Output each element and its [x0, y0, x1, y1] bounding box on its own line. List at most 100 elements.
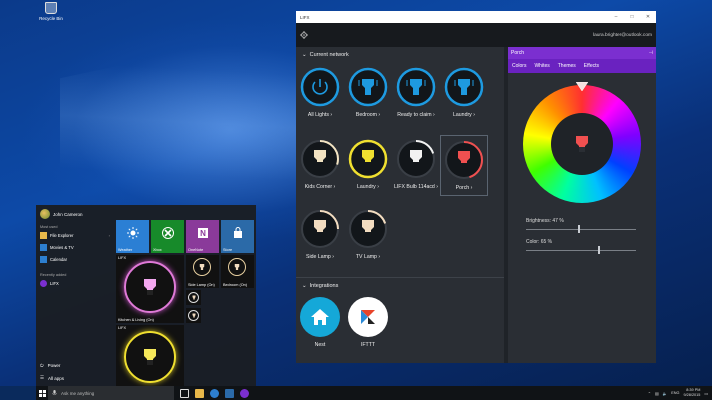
start-app-item[interactable]: Calendar [40, 256, 110, 263]
power-button[interactable]: ⏻ Power [40, 363, 60, 368]
maximize-button[interactable]: □ [624, 14, 640, 20]
small-bulb-ring [188, 292, 199, 303]
clock[interactable]: 8:39 PM 9/28/2015 [684, 388, 701, 398]
taskbar: Ask me anything ⌃ ▤ 🔈 ENG 8:39 PM 9/28/2… [36, 386, 712, 400]
tab-themes[interactable]: Themes [558, 63, 576, 69]
light-name: Bedroom [355, 112, 377, 118]
edge-browser-icon[interactable] [210, 388, 219, 398]
light-tile[interactable]: TV Lamp › [344, 205, 392, 264]
most-used-label: Most used [40, 225, 58, 229]
search-placeholder: Ask me anything [61, 390, 95, 396]
bulb-icon [144, 279, 156, 295]
integration-ifttt[interactable]: IFTTT [344, 297, 392, 348]
tile-small-bulb-1[interactable] [186, 290, 201, 305]
light-tile[interactable]: LIFX Bulb 114acd › [392, 135, 440, 194]
integrations-header[interactable]: ⌄ Integrations [302, 283, 338, 289]
language-indicator[interactable]: ENG [671, 391, 679, 395]
notification-chevron-icon[interactable]: ⌃ [648, 391, 651, 396]
light-detail-panel: Porch ⊣ Colors Whites Themes Effects Bri… [508, 47, 656, 363]
tile-bedroom[interactable]: Bedroom (On) [221, 255, 254, 288]
start-app-item[interactable]: File Explorer › [40, 232, 110, 239]
tile-bedroom-label: Bedroom (On) [223, 283, 248, 287]
avatar [40, 209, 50, 219]
tab-effects[interactable]: Effects [584, 63, 599, 69]
chevron-right-icon: › [473, 112, 475, 118]
gear-icon[interactable] [300, 31, 308, 39]
brightness-label: Brightness: 47 % [526, 218, 564, 224]
light-tile[interactable]: Laundry › [440, 63, 488, 122]
brightness-slider[interactable] [526, 225, 636, 233]
recent-app-label: LIFX [50, 281, 59, 286]
svg-text:N: N [200, 229, 206, 238]
light-tile[interactable]: Laundry › [344, 135, 392, 194]
tile-side-lamp[interactable]: Side Lamp (On) [186, 255, 219, 288]
detail-panel-title: Porch [511, 50, 525, 56]
recycle-bin[interactable]: Recycle Bin [36, 2, 66, 21]
minimize-button[interactable]: – [608, 14, 624, 20]
brightness-slider-thumb[interactable] [577, 225, 580, 233]
sun-icon [127, 227, 139, 239]
current-network-header[interactable]: ⌄ Current network [302, 52, 349, 58]
network-icon[interactable]: ▤ [655, 391, 659, 396]
bedroom-ring [228, 258, 246, 276]
light-tile[interactable]: Side Lamp › [296, 205, 344, 264]
color-slider-thumb[interactable] [597, 246, 600, 254]
light-label: Laundry › [344, 184, 392, 190]
color-slider[interactable] [526, 246, 636, 254]
start-app-label: Calendar [50, 257, 67, 262]
all-apps-button[interactable]: ☰ All apps [40, 375, 64, 381]
start-button[interactable] [36, 386, 48, 400]
tile-laundry[interactable]: LIFX [116, 325, 184, 386]
bulb-icon [144, 349, 156, 365]
tile-lifx-group-label: LIFX [118, 256, 127, 260]
chevron-right-icon: › [377, 184, 379, 190]
pin-icon[interactable]: ⊣ [649, 50, 653, 56]
integration-nest[interactable]: Nest [296, 297, 344, 348]
title-bar: LIFX – □ ✕ [296, 11, 656, 23]
account-email[interactable]: laura.brighter@outlook.com [593, 33, 652, 38]
light-name: Side Lamp [306, 254, 331, 260]
light-tile[interactable]: Bedroom › [344, 63, 392, 122]
chevron-right-icon: › [378, 254, 381, 260]
system-tray: ⌃ ▤ 🔈 ENG 8:39 PM 9/28/2015 ▭ [648, 388, 712, 398]
user-account[interactable]: John Cameron [40, 209, 83, 219]
tab-whites[interactable]: Whites [534, 63, 549, 69]
close-button[interactable]: ✕ [640, 14, 656, 20]
all-apps-label: All apps [48, 375, 65, 381]
lifx-window: LIFX – □ ✕ laura.brighter@outlook.com ⌄ … [296, 11, 656, 363]
light-tile[interactable]: Porch › [440, 135, 488, 196]
tile-weather[interactable]: Weather [116, 220, 149, 253]
tile-kitchen-living[interactable]: LIFX Kitchen & Living (On) [116, 255, 184, 323]
light-name: Laundry [357, 184, 376, 190]
light-tile[interactable]: Kids Corner › [296, 135, 344, 194]
recent-app-item[interactable]: LIFX [40, 280, 110, 287]
tile-xbox[interactable]: Xbox [151, 220, 184, 253]
tile-store[interactable]: Store [221, 220, 254, 253]
action-center-icon[interactable]: ▭ [704, 391, 708, 396]
file-explorer-taskbar-icon[interactable] [195, 388, 204, 398]
search-box[interactable]: Ask me anything [48, 386, 174, 400]
bulb-icon [234, 264, 240, 270]
recently-added-label: Recently added [40, 273, 67, 277]
task-view-icon[interactable] [180, 388, 189, 398]
color-picker-marker-icon[interactable] [576, 82, 588, 91]
start-app-item[interactable]: Movies & TV [40, 244, 110, 251]
light-tile[interactable]: Ready to claim › [392, 63, 440, 122]
tile-small-bulb-2[interactable] [186, 308, 201, 323]
bulb-icon [576, 136, 588, 152]
volume-icon[interactable]: 🔈 [663, 391, 668, 396]
tab-colors[interactable]: Colors [512, 63, 526, 69]
color-wheel-center [551, 113, 613, 175]
chevron-right-icon: › [333, 184, 336, 190]
recycle-bin-label: Recycle Bin [39, 16, 63, 21]
chevron-right-icon[interactable]: › [109, 233, 110, 238]
store-taskbar-icon[interactable] [225, 388, 234, 398]
user-name: John Cameron [53, 211, 83, 217]
tile-onenote-label: OneNote [188, 248, 204, 252]
tile-onenote[interactable]: N OneNote [186, 220, 219, 253]
film-icon [40, 244, 47, 251]
window-title: LIFX [300, 14, 310, 20]
light-tile[interactable]: All Lights › [296, 63, 344, 122]
lifx-taskbar-icon[interactable] [240, 388, 249, 398]
color-wheel[interactable] [523, 82, 641, 203]
